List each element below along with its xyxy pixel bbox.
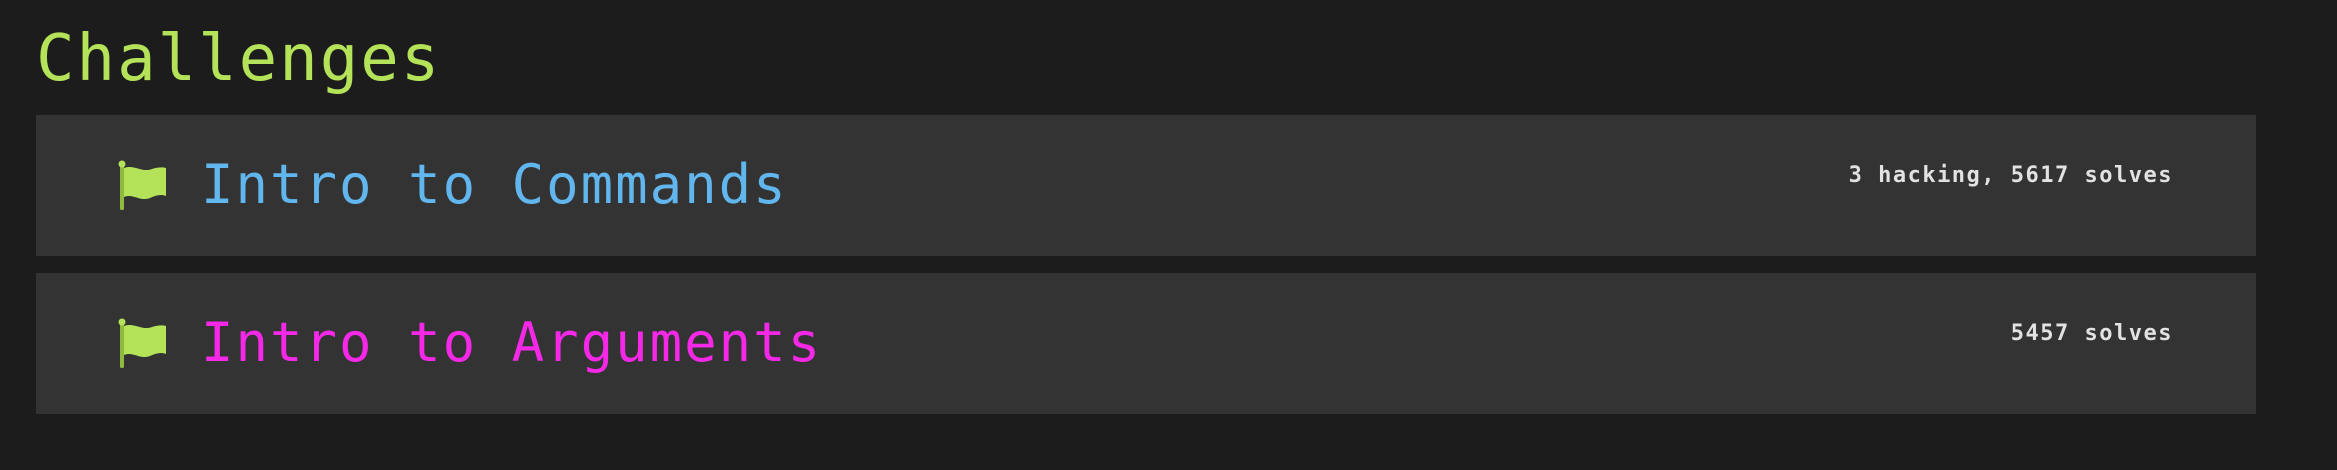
challenge-card-intro-to-arguments[interactable]: Intro to Arguments 5457 solves bbox=[36, 273, 2256, 414]
challenge-name[interactable]: Intro to Arguments bbox=[201, 311, 822, 375]
challenge-stats: 5457 solves bbox=[2010, 321, 2173, 346]
flag-icon bbox=[118, 160, 166, 210]
page-title: Challenges bbox=[36, 22, 442, 96]
challenge-card-intro-to-commands[interactable]: Intro to Commands 3 hacking, 5617 solves bbox=[36, 115, 2256, 256]
challenge-name[interactable]: Intro to Commands bbox=[201, 153, 788, 217]
flag-icon bbox=[118, 318, 166, 368]
challenge-stats: 3 hacking, 5617 solves bbox=[1848, 163, 2173, 188]
challenge-list: Intro to Commands 3 hacking, 5617 solves… bbox=[36, 115, 2256, 431]
